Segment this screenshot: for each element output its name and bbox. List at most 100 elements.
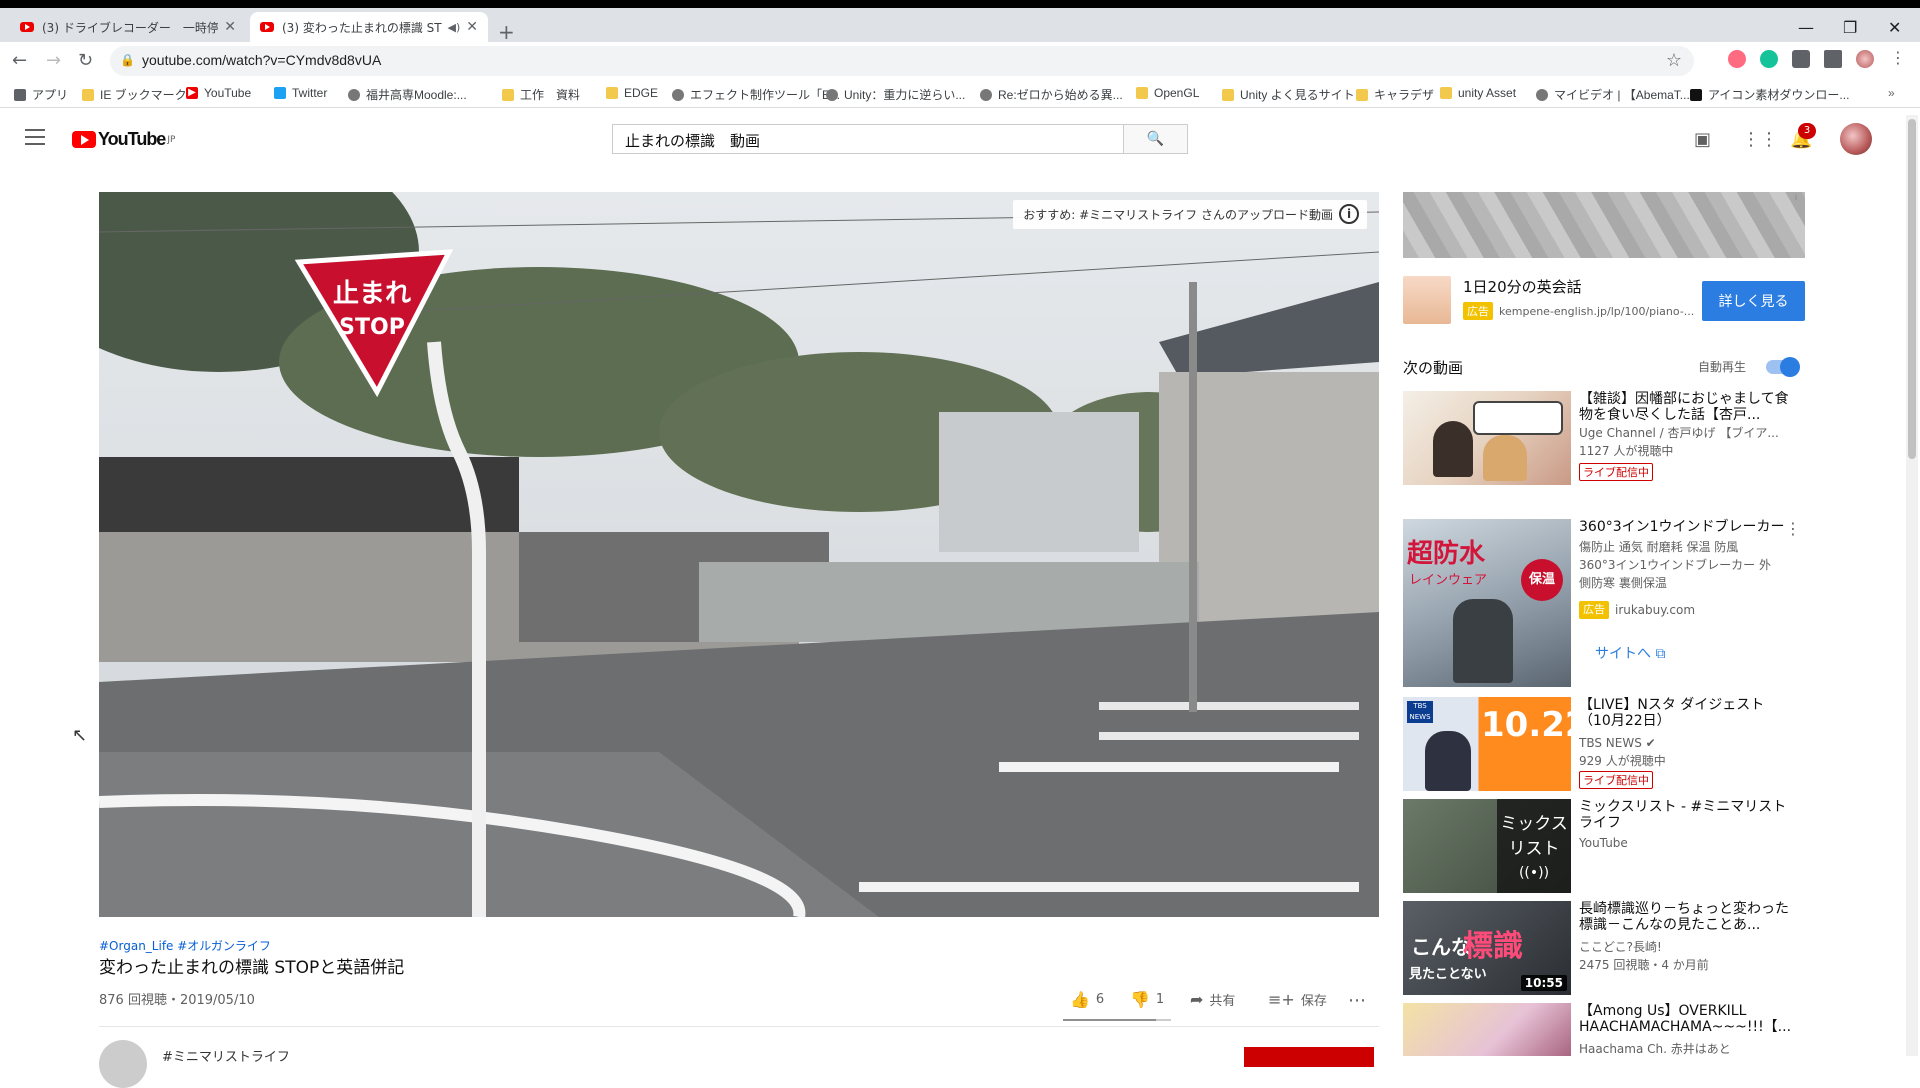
bookmark-opengl[interactable]: OpenGL [1136, 86, 1199, 100]
list-item[interactable]: ミックス リスト ((•)) ミックスリスト - #ミニマリストライフ YouT… [1403, 799, 1805, 893]
bookmark-moodle[interactable]: 福井高専Moodle:... [348, 86, 467, 103]
like-button[interactable]: 👍 6 [1070, 990, 1104, 1009]
profile-avatar-icon[interactable] [1856, 50, 1874, 68]
mix-thumbnail[interactable]: ミックス リスト ((•)) [1403, 799, 1571, 893]
new-tab-icon[interactable]: + [498, 20, 515, 44]
reload-icon[interactable]: ↻ [78, 50, 93, 71]
reading-list-icon[interactable] [1824, 50, 1842, 68]
channel-avatar[interactable] [99, 1040, 147, 1088]
page-scrollbar[interactable] [1906, 115, 1918, 1056]
scrollbar-thumb[interactable] [1908, 119, 1916, 459]
share-button[interactable]: ➦ 共有 [1190, 990, 1235, 1009]
thumb-text: 標識 [1463, 929, 1523, 964]
list-item[interactable]: こんな 標識 見たことない 10:55 長崎標識巡り－ちょっと変わった標識－こん… [1403, 901, 1805, 995]
video-thumbnail[interactable] [1403, 1003, 1571, 1056]
close-tab-icon[interactable]: ✕ [466, 19, 478, 35]
bookmark-edge[interactable]: EDGE [606, 86, 658, 100]
audio-icon[interactable]: ◀) [448, 21, 461, 34]
channel-name[interactable]: YouTube [1579, 835, 1793, 851]
bookmark-star-icon[interactable]: ☆ [1666, 50, 1682, 71]
bookmark-youtube[interactable]: ▶ YouTube [186, 86, 251, 100]
channel-name[interactable]: TBS NEWS ✔ [1579, 735, 1793, 751]
bookmark-ie[interactable]: IE ブックマーク [82, 86, 187, 103]
ad-thumbnail[interactable]: 超防水 レインウェア 保温 [1403, 519, 1571, 687]
video-title[interactable]: 長崎標識巡り－ちょっと変わった標識－こんなの見たことあ... [1579, 901, 1793, 933]
ad-meta: 広告 kempene-english.jp/lp/100/piano-... [1463, 302, 1694, 320]
dislike-button[interactable]: 👎 1 [1130, 990, 1164, 1009]
video-title[interactable]: 【LIVE】Nスタ ダイジェスト（10月22日） [1579, 697, 1793, 729]
search-button[interactable]: 🔍 [1123, 125, 1187, 153]
back-icon[interactable]: ← [12, 50, 27, 71]
video-hashtags[interactable]: #Organ_Life #オルガンライフ [99, 937, 271, 954]
bookmark-rezero[interactable]: Re:ゼロから始める異... [980, 86, 1123, 103]
bookmark-unity-gravity[interactable]: Unity：重力に逆らい... [826, 86, 965, 103]
youtube-icon: ▶ [186, 87, 198, 99]
tab-drive-recorder[interactable]: (3) ドライブレコーダー 一時停止標識 ✕ [10, 12, 246, 42]
bookmark-twitter[interactable]: Twitter [274, 86, 327, 100]
bookmark-apps[interactable]: アプリ [14, 86, 68, 103]
video-title: 変わった止まれの標識 STOPと英語併記 [99, 958, 405, 978]
bookmark-label: エフェクト制作ツール「E... [690, 88, 841, 102]
sponsored-item[interactable]: 超防水 レインウェア 保温 360°3イン1ウインドブレーカー ⋮ 傷防止 通気… [1403, 519, 1805, 687]
ad-title[interactable]: 360°3イン1ウインドブレーカー [1579, 519, 1793, 535]
more-actions-icon[interactable]: ⋯ [1348, 990, 1366, 1011]
close-tab-icon[interactable]: ✕ [224, 19, 236, 35]
search-query: 止まれの標識 動画 [625, 132, 761, 150]
video-thumbnail[interactable] [1403, 391, 1571, 485]
more-bookmarks-icon[interactable]: » [1888, 86, 1895, 100]
subscribe-button[interactable] [1244, 1047, 1374, 1067]
ad-title[interactable]: 1日20分の英会話 [1463, 276, 1582, 297]
create-video-icon[interactable]: ▣ [1694, 129, 1711, 150]
bookmark-character[interactable]: キャラデザ [1356, 86, 1434, 103]
folder-icon [1440, 87, 1452, 99]
bookmark-abema[interactable]: マイビデオ | 【AbemaT... [1536, 86, 1690, 103]
video-player[interactable]: 止まれ STOP おすすめ: #ミニマリストライフ さんのアップロード動画 i [99, 192, 1379, 917]
video-title[interactable]: 【雑談】因幡部におじゃまして食物を食い尽くした話【杏戸... [1579, 391, 1793, 423]
bookmark-unity-sites[interactable]: Unity よく見るサイト [1222, 86, 1355, 103]
lock-icon: 🔒 [120, 53, 135, 67]
extensions-puzzle-icon[interactable] [1792, 50, 1810, 68]
channel-name[interactable]: Haachama Ch. 赤井はあと [1579, 1041, 1793, 1056]
user-avatar[interactable] [1840, 123, 1872, 155]
list-item[interactable]: TBS NEWS 10.22 【LIVE】Nスタ ダイジェスト（10月22日） … [1403, 697, 1805, 791]
list-item[interactable]: 【雑談】因幡部におじゃまして食物を食い尽くした話【杏戸... Uge Chann… [1403, 391, 1805, 485]
extension-icon[interactable] [1728, 50, 1746, 68]
ad-info-icon[interactable]: i [1790, 192, 1802, 204]
forward-icon[interactable]: → [46, 50, 61, 71]
grammarly-icon[interactable] [1760, 50, 1778, 68]
address-bar[interactable]: 🔒 youtube.com/watch?v=CYmdv8d8vUA ☆ [110, 46, 1694, 76]
list-item[interactable]: 【Among Us】OVERKILL HAACHAMACHAMA~~~!!!【.… [1403, 1003, 1805, 1056]
ad-banner-image[interactable] [1403, 192, 1805, 258]
video-thumbnail[interactable]: こんな 標識 見たことない 10:55 [1403, 901, 1571, 995]
info-icon[interactable]: i [1339, 204, 1359, 224]
close-window-icon[interactable]: ✕ [1888, 18, 1901, 37]
youtube-logo[interactable]: YouTube JP [72, 129, 175, 150]
menu-hamburger-icon[interactable] [25, 129, 45, 145]
ad-domain: irukabuy.com [1615, 603, 1696, 617]
channel-name[interactable]: Uge Channel / 杏戸ゆげ 【ブイア... [1579, 425, 1793, 441]
autoplay-toggle[interactable] [1766, 357, 1800, 377]
ad-learn-more-button[interactable]: 詳しく見る [1702, 281, 1805, 321]
ad-thumbnail[interactable] [1403, 276, 1451, 324]
apps-grid-icon[interactable]: ⋮⋮ [1742, 129, 1778, 150]
bookmark-kosaku[interactable]: 工作 資料 [502, 86, 580, 103]
video-title[interactable]: ミックスリスト - #ミニマリストライフ [1579, 799, 1793, 831]
search-input[interactable]: 止まれの標識 動画 🔍 [612, 124, 1188, 154]
minimize-icon[interactable]: — [1798, 18, 1814, 37]
recommendation-overlay[interactable]: おすすめ: #ミニマリストライフ さんのアップロード動画 i [1013, 200, 1367, 229]
visit-site-button[interactable]: サイトへ ⧉ [1595, 643, 1665, 663]
tab-stop-sign[interactable]: (3) 変わった止まれの標識 STOP ◀) ✕ [250, 12, 488, 42]
save-button[interactable]: ≡+ 保存 [1268, 990, 1327, 1009]
video-thumbnail[interactable]: TBS NEWS 10.22 [1403, 697, 1571, 791]
restore-icon[interactable]: ❐ [1843, 18, 1857, 37]
bookmark-unity-asset[interactable]: unity Asset [1440, 86, 1516, 100]
mix-text: ミックス [1500, 814, 1568, 834]
channel-name[interactable]: ここどこ?長崎! [1579, 939, 1793, 955]
browser-menu-icon[interactable]: ⋮ [1890, 48, 1908, 67]
more-options-icon[interactable]: ⋮ [1785, 519, 1801, 538]
globe-icon [672, 88, 684, 101]
bookmark-icon-material[interactable]: アイコン素材ダウンロー... [1690, 86, 1849, 103]
video-title[interactable]: 【Among Us】OVERKILL HAACHAMACHAMA~~~!!!【.… [1579, 1003, 1793, 1035]
bookmark-effect[interactable]: エフェクト制作ツール「E... [672, 86, 840, 103]
ad-desc: 傷防止 通気 耐磨耗 保温 防風 [1579, 540, 1739, 554]
